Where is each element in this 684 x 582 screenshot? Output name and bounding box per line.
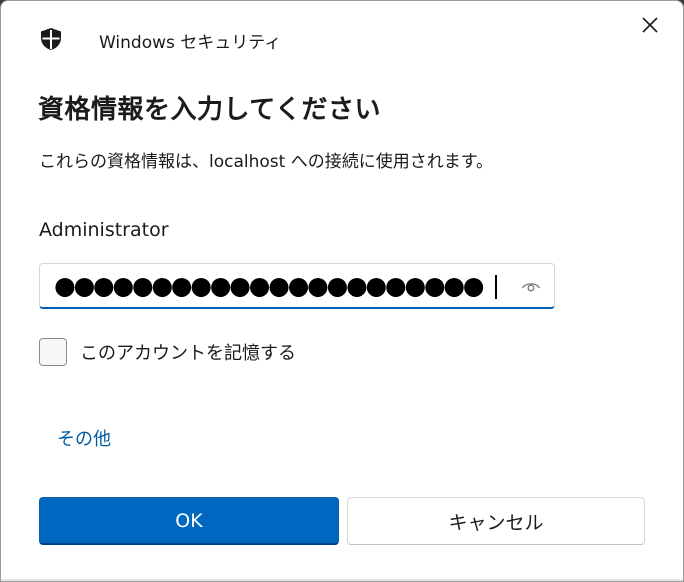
title-bar: Windows セキュリティ	[1, 1, 683, 73]
more-choices-link[interactable]: その他	[57, 425, 111, 451]
remember-account-option[interactable]: このアカウントを記憶する	[39, 338, 296, 366]
close-icon	[641, 16, 659, 38]
text-caret	[495, 275, 497, 299]
cancel-button[interactable]: キャンセル	[347, 497, 645, 545]
remember-checkbox-label: このアカウントを記憶する	[80, 343, 296, 364]
credential-dialog: Windows セキュリティ 資格情報を入力してください これらの資格情報は、l…	[0, 0, 684, 582]
password-masked-value: ●●●●●●●●●●●●●●●●●●●●●●	[54, 273, 485, 299]
reveal-password-button[interactable]	[514, 274, 548, 300]
ok-button[interactable]: OK	[39, 497, 339, 545]
eye-icon	[521, 278, 541, 297]
username-label: Administrator	[39, 219, 169, 241]
footer-divider	[1, 579, 683, 581]
shield-icon	[39, 27, 63, 51]
close-button[interactable]	[629, 7, 671, 47]
dialog-heading: 資格情報を入力してください	[38, 95, 381, 125]
remember-checkbox[interactable]	[39, 338, 67, 366]
window-title: Windows セキュリティ	[99, 33, 282, 53]
password-field[interactable]: ●●●●●●●●●●●●●●●●●●●●●●	[39, 263, 555, 309]
dialog-description: これらの資格情報は、localhost への接続に使用されます。	[39, 152, 494, 172]
